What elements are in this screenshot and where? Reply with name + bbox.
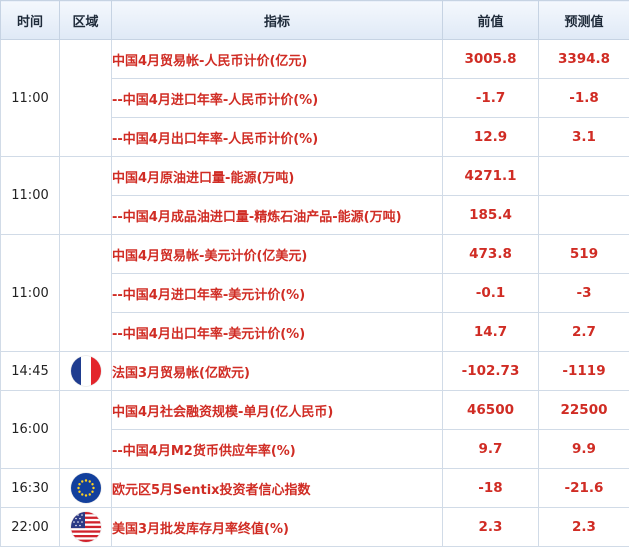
header-row: 时间 区域 指标 前值 预测值 xyxy=(0,0,629,40)
forecast-value xyxy=(538,156,629,196)
previous-value: 3005.8 xyxy=(442,39,539,79)
eurozone-flag-icon xyxy=(70,473,101,503)
forecast-value: 2.3 xyxy=(538,507,629,547)
previous-value: 46500 xyxy=(442,390,539,430)
region-cell xyxy=(59,351,112,391)
indicator-name[interactable]: 法国3月贸易帐(亿欧元) xyxy=(111,351,443,391)
previous-value: 473.8 xyxy=(442,234,539,274)
event-time: 16:30 xyxy=(0,468,60,508)
forecast-value: 3.1 xyxy=(538,117,629,157)
header-time: 时间 xyxy=(0,0,60,40)
indicator-name[interactable]: 中国4月社会融资规模-单月(亿人民币) xyxy=(111,390,443,430)
region-cell xyxy=(59,234,112,352)
region-cell xyxy=(59,39,112,157)
previous-value: 12.9 xyxy=(442,117,539,157)
previous-value: 2.3 xyxy=(442,507,539,547)
forecast-value: -3 xyxy=(538,273,629,313)
usa-flag-icon xyxy=(70,512,101,542)
event-time: 14:45 xyxy=(0,351,60,391)
forecast-value: -1119 xyxy=(538,351,629,391)
previous-value: 4271.1 xyxy=(442,156,539,196)
indicator-name[interactable]: --中国4月成品油进口量-精炼石油产品-能源(万吨) xyxy=(111,195,443,235)
event-time: 16:00 xyxy=(0,390,60,469)
event-time: 11:00 xyxy=(0,234,60,352)
indicator-name[interactable]: 中国4月贸易帐-人民币计价(亿元) xyxy=(111,39,443,79)
forecast-value: -1.8 xyxy=(538,78,629,118)
table-row: 16:00 中国4月社会融资规模-单月(亿人民币) 46500 22500 xyxy=(0,390,629,469)
header-previous: 前值 xyxy=(442,0,539,40)
indicator-name[interactable]: 中国4月原油进口量-能源(万吨) xyxy=(111,156,443,196)
table-row: 11:00 中国4月贸易帐-人民币计价(亿元) 3005.8 3394.8 xyxy=(0,39,629,157)
forecast-value: 22500 xyxy=(538,390,629,430)
region-cell xyxy=(59,507,112,547)
previous-value: 185.4 xyxy=(442,195,539,235)
event-time: 11:00 xyxy=(0,156,60,235)
table-row: 16:30 欧元区5月Sentix投资者信心指数 -18 -21.6 xyxy=(0,468,629,508)
previous-value: -102.73 xyxy=(442,351,539,391)
header-forecast: 预测值 xyxy=(538,0,629,40)
previous-value: 9.7 xyxy=(442,429,539,469)
forecast-value: 3394.8 xyxy=(538,39,629,79)
indicator-name[interactable]: --中国4月M2货币供应年率(%) xyxy=(111,429,443,469)
indicator-name[interactable]: --中国4月出口年率-美元计价(%) xyxy=(111,312,443,352)
header-indicator: 指标 xyxy=(111,0,443,40)
indicator-name[interactable]: --中国4月出口年率-人民币计价(%) xyxy=(111,117,443,157)
indicator-name[interactable]: 欧元区5月Sentix投资者信心指数 xyxy=(111,468,443,508)
indicator-name[interactable]: 中国4月贸易帐-美元计价(亿美元) xyxy=(111,234,443,274)
france-flag-icon xyxy=(70,356,101,386)
event-time: 11:00 xyxy=(0,39,60,157)
table-row: 22:00 美国3月批发库存月率终值(%) 2.3 2.3 xyxy=(0,507,629,547)
previous-value: -18 xyxy=(442,468,539,508)
forecast-value xyxy=(538,195,629,235)
forecast-value: 2.7 xyxy=(538,312,629,352)
region-cell xyxy=(59,468,112,508)
event-time: 22:00 xyxy=(0,507,60,547)
header-region: 区域 xyxy=(59,0,112,40)
region-cell xyxy=(59,390,112,469)
forecast-value: -21.6 xyxy=(538,468,629,508)
table-row: 14:45 法国3月贸易帐(亿欧元) -102.73 -1119 xyxy=(0,351,629,391)
previous-value: -0.1 xyxy=(442,273,539,313)
forecast-value: 9.9 xyxy=(538,429,629,469)
table-row: 11:00 中国4月原油进口量-能源(万吨) 4271.1 xyxy=(0,156,629,235)
forecast-value: 519 xyxy=(538,234,629,274)
indicator-name[interactable]: --中国4月进口年率-美元计价(%) xyxy=(111,273,443,313)
indicator-name[interactable]: 美国3月批发库存月率终值(%) xyxy=(111,507,443,547)
previous-value: 14.7 xyxy=(442,312,539,352)
table-row: 11:00 中国4月贸易帐-美元计价(亿美元) 473.8 519 xyxy=(0,234,629,352)
indicator-name[interactable]: --中国4月进口年率-人民币计价(%) xyxy=(111,78,443,118)
previous-value: -1.7 xyxy=(442,78,539,118)
economic-calendar-table: 时间 区域 指标 前值 预测值 11:00 中国4月贸易帐-人民币计价(亿元) … xyxy=(0,0,629,547)
region-cell xyxy=(59,156,112,235)
